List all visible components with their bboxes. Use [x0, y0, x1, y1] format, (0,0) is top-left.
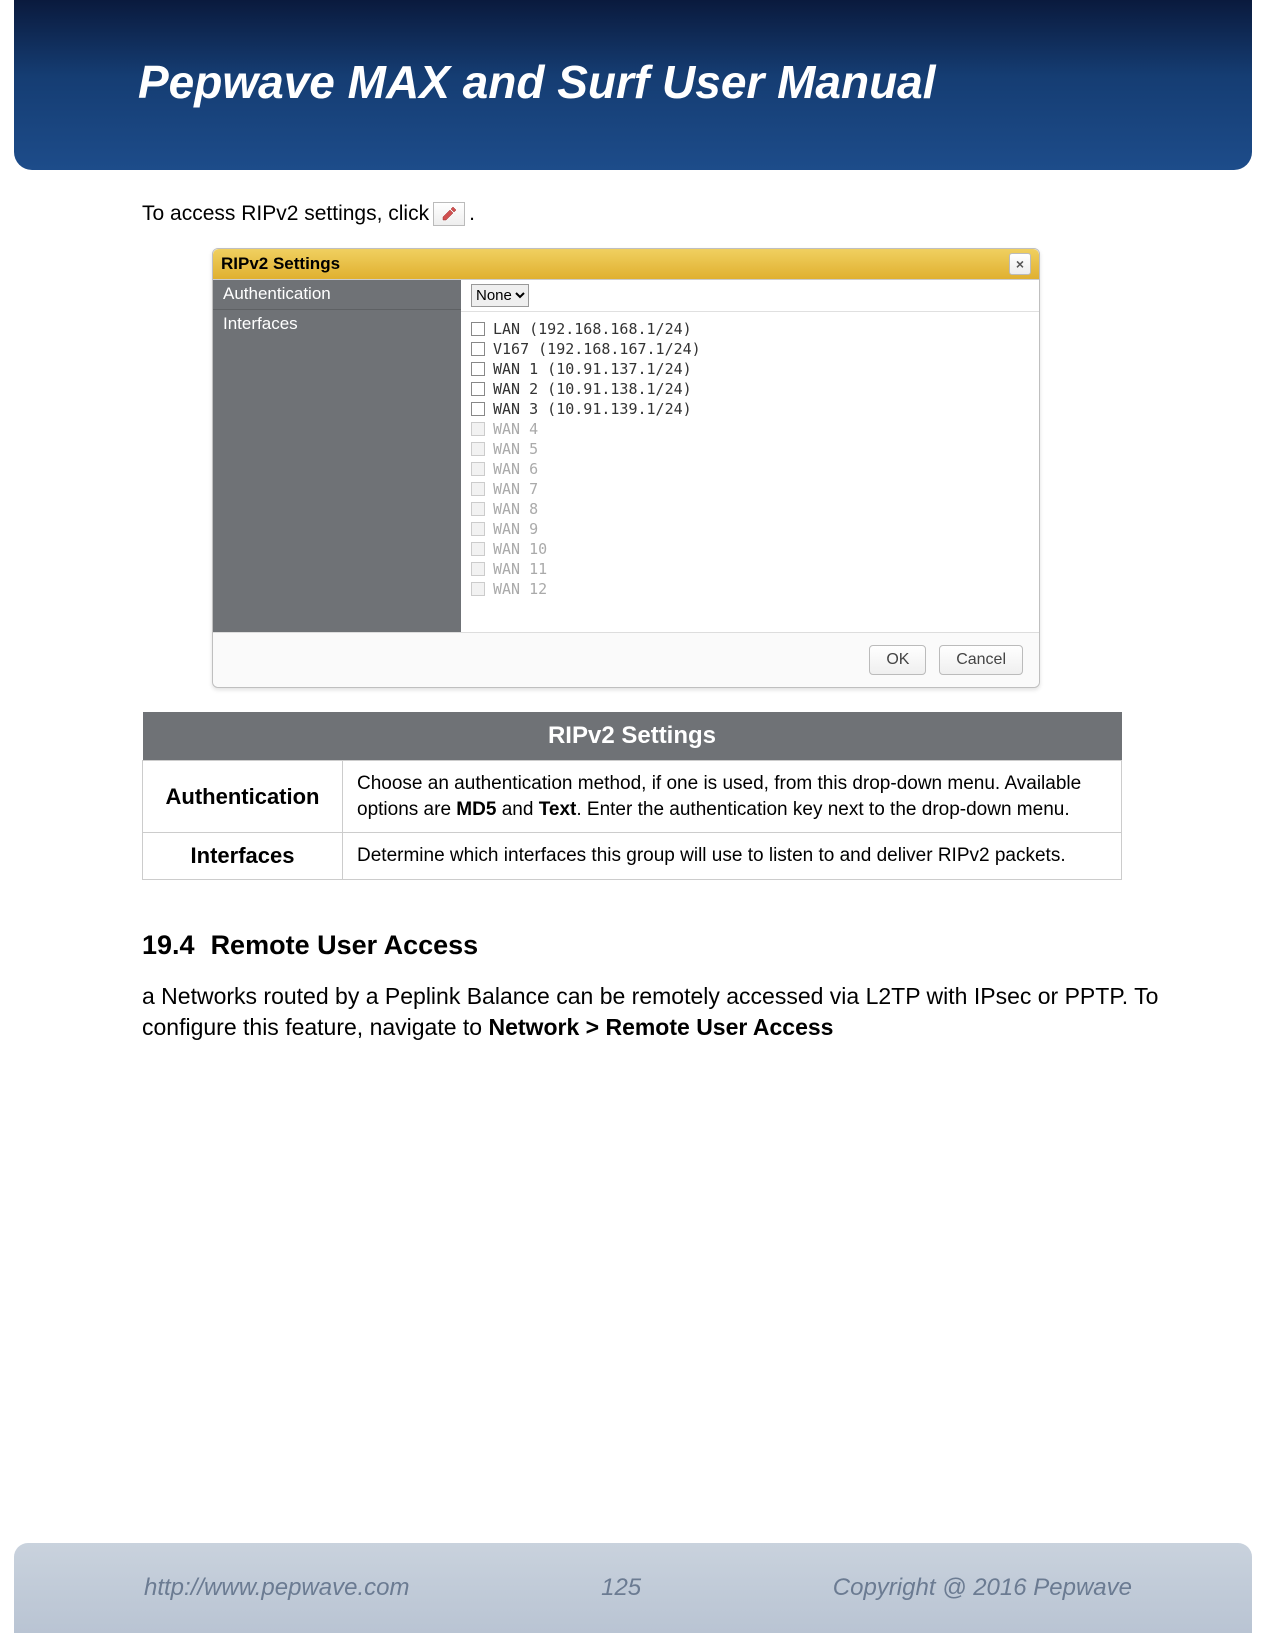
interface-label: WAN 10	[493, 540, 547, 558]
interface-checkbox[interactable]	[471, 382, 485, 396]
interfaces-list: LAN (192.168.168.1/24) V167 (192.168.167.…	[471, 320, 701, 598]
desc-text: and	[496, 799, 538, 820]
desc-text: . Enter the authentication key next to t…	[576, 799, 1069, 820]
authentication-row: None	[461, 280, 1039, 312]
interface-label: WAN 3 (10.91.139.1/24)	[493, 400, 692, 418]
interface-label: WAN 1 (10.91.137.1/24)	[493, 360, 692, 378]
page: Pepwave MAX and Surf User Manual To acce…	[0, 0, 1266, 1651]
interface-item: WAN 5	[471, 440, 701, 458]
dialog-titlebar: RIPv2 Settings ×	[213, 249, 1039, 279]
document-title: Pepwave MAX and Surf User Manual	[138, 55, 1252, 109]
label-authentication: Authentication	[213, 280, 461, 310]
dialog-title: RIPv2 Settings	[221, 254, 340, 274]
interface-item: WAN 10	[471, 540, 701, 558]
interface-item[interactable]: LAN (192.168.168.1/24)	[471, 320, 701, 338]
interface-item: WAN 8	[471, 500, 701, 518]
interface-item: WAN 4	[471, 420, 701, 438]
close-button[interactable]: ×	[1009, 253, 1031, 275]
interface-checkbox	[471, 562, 485, 576]
interface-checkbox	[471, 442, 485, 456]
edit-icon[interactable]	[433, 202, 465, 226]
intro-prefix: To access RIPv2 settings, click	[142, 202, 429, 226]
interfaces-row: LAN (192.168.168.1/24) V167 (192.168.167.…	[461, 312, 1039, 632]
row-desc-interfaces: Determine which interfaces this group wi…	[343, 833, 1122, 880]
interface-item[interactable]: V167 (192.168.167.1/24)	[471, 340, 701, 358]
interface-item: WAN 9	[471, 520, 701, 538]
table-row: Interfaces Determine which interfaces th…	[143, 833, 1122, 880]
label-interfaces: Interfaces	[213, 310, 461, 630]
interface-checkbox	[471, 522, 485, 536]
interface-label: WAN 5	[493, 440, 538, 458]
interface-checkbox	[471, 482, 485, 496]
ripv2-settings-table: RIPv2 Settings Authentication Choose an …	[142, 712, 1122, 880]
footer-copyright: Copyright @ 2016 Pepwave	[833, 1574, 1132, 1602]
interface-label: WAN 9	[493, 520, 538, 538]
table-header: RIPv2 Settings	[143, 712, 1122, 761]
interface-label: WAN 6	[493, 460, 538, 478]
dialog-body: Authentication Interfaces None LAN (192.…	[213, 279, 1039, 632]
interface-checkbox	[471, 422, 485, 436]
interface-item[interactable]: WAN 3 (10.91.139.1/24)	[471, 400, 701, 418]
desc-bold-md5: MD5	[456, 799, 496, 820]
row-label-authentication: Authentication	[143, 761, 343, 833]
ripv2-settings-dialog: RIPv2 Settings × Authentication Interfac…	[212, 248, 1040, 688]
footer-band: http://www.pepwave.com 125 Copyright @ 2…	[14, 1543, 1252, 1633]
interface-checkbox[interactable]	[471, 362, 485, 376]
interface-label: WAN 11	[493, 560, 547, 578]
table-row: Authentication Choose an authentication …	[143, 761, 1122, 833]
interface-checkbox	[471, 542, 485, 556]
desc-bold-text: Text	[539, 799, 577, 820]
intro-line: To access RIPv2 settings, click .	[142, 202, 1166, 226]
footer-url: http://www.pepwave.com	[144, 1574, 409, 1602]
interface-item: WAN 11	[471, 560, 701, 578]
interface-checkbox	[471, 582, 485, 596]
interface-checkbox[interactable]	[471, 402, 485, 416]
interface-label: WAN 7	[493, 480, 538, 498]
footer-page-number: 125	[601, 1574, 641, 1602]
section-nav-path: Network > Remote User Access	[489, 1014, 834, 1040]
section-number: 19.4	[142, 930, 195, 960]
dialog-labels-column: Authentication Interfaces	[213, 280, 461, 632]
interface-label: WAN 4	[493, 420, 538, 438]
interface-label: WAN 12	[493, 580, 547, 598]
interface-label: V167 (192.168.167.1/24)	[493, 340, 701, 358]
interface-label: WAN 2 (10.91.138.1/24)	[493, 380, 692, 398]
dialog-footer: OK Cancel	[213, 632, 1039, 687]
header-band: Pepwave MAX and Surf User Manual	[14, 0, 1252, 170]
interface-checkbox	[471, 462, 485, 476]
row-label-interfaces: Interfaces	[143, 833, 343, 880]
interface-checkbox[interactable]	[471, 342, 485, 356]
interface-item[interactable]: WAN 1 (10.91.137.1/24)	[471, 360, 701, 378]
interface-item[interactable]: WAN 2 (10.91.138.1/24)	[471, 380, 701, 398]
intro-suffix: .	[469, 202, 475, 226]
dialog-values-column: None LAN (192.168.168.1/24) V167 (192.168…	[461, 280, 1039, 632]
interface-checkbox[interactable]	[471, 322, 485, 336]
interface-item: WAN 6	[471, 460, 701, 478]
interface-checkbox	[471, 502, 485, 516]
interface-item: WAN 12	[471, 580, 701, 598]
section-title: Remote User Access	[211, 930, 479, 960]
header-inner: Pepwave MAX and Surf User Manual	[14, 0, 1252, 109]
interface-label: LAN (192.168.168.1/24)	[493, 320, 692, 338]
ok-button[interactable]: OK	[869, 645, 926, 675]
section-heading: 19.4 Remote User Access	[142, 930, 1166, 961]
interface-item: WAN 7	[471, 480, 701, 498]
content: To access RIPv2 settings, click . RIPv2 …	[0, 170, 1266, 1043]
section-body: a Networks routed by a Peplink Balance c…	[142, 981, 1166, 1043]
authentication-select[interactable]: None	[471, 284, 529, 307]
interface-label: WAN 8	[493, 500, 538, 518]
row-desc-authentication: Choose an authentication method, if one …	[343, 761, 1122, 833]
cancel-button[interactable]: Cancel	[939, 645, 1023, 675]
